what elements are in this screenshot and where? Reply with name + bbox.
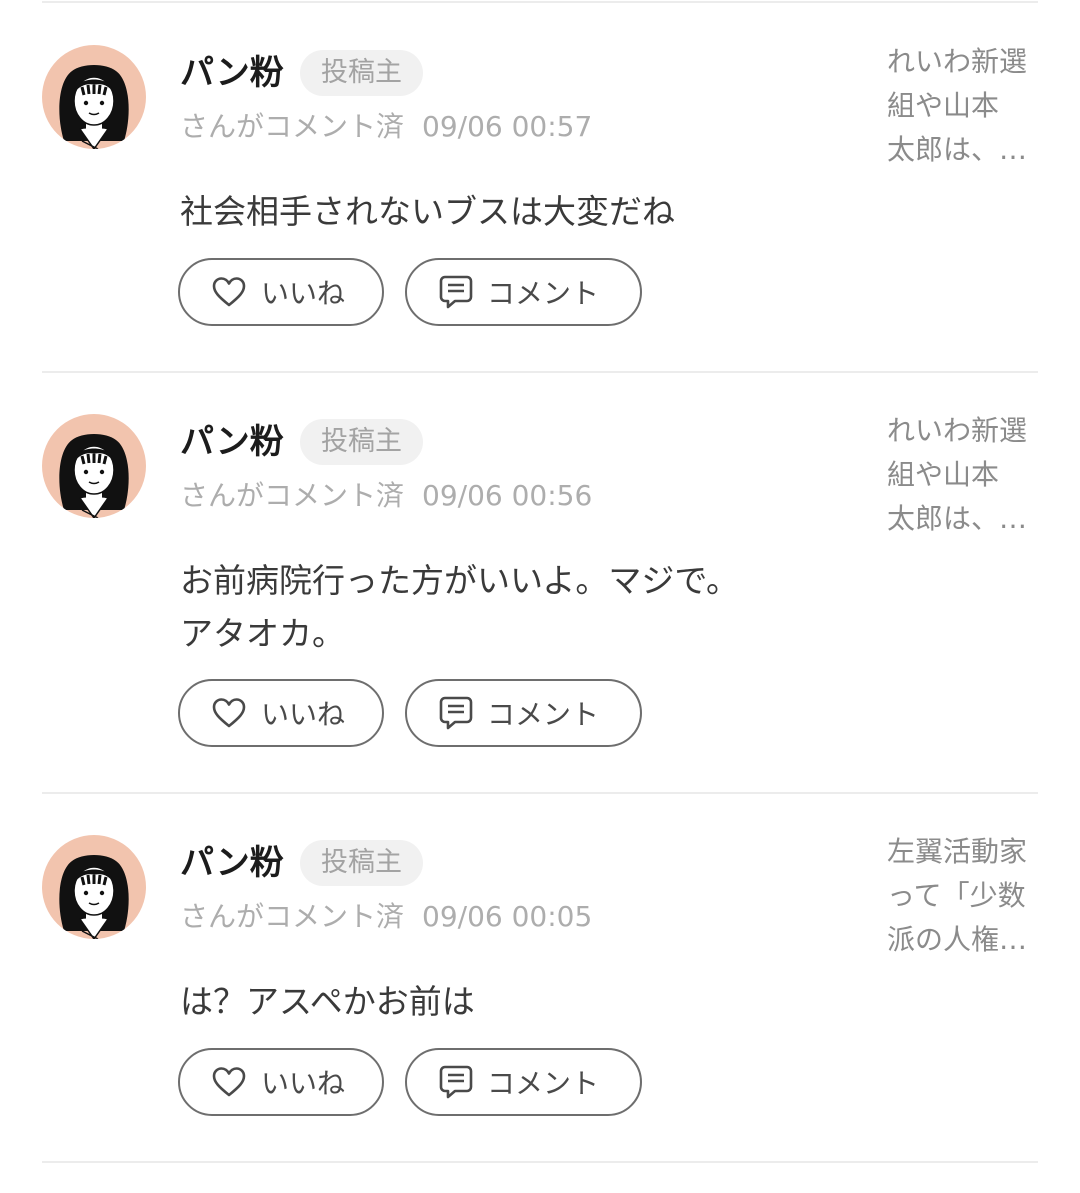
like-button[interactable]: いいね: [178, 679, 384, 747]
avatar[interactable]: [42, 835, 146, 939]
comment-bubble-icon: [439, 274, 473, 310]
comment-divider: [42, 1161, 1038, 1163]
post-title-line: 派の人権…: [887, 923, 1028, 956]
action-text: さんがコメント済: [180, 479, 405, 512]
comment-button[interactable]: コメント: [405, 679, 642, 747]
heart-icon: [211, 276, 247, 308]
comment-body-line: アタオカ。: [180, 614, 345, 653]
author-name[interactable]: パン粉: [180, 49, 284, 97]
author-name[interactable]: パン粉: [180, 839, 284, 887]
like-label: いいね: [261, 1067, 346, 1100]
comment-bubble-icon: [439, 695, 473, 731]
like-label: いいね: [261, 698, 346, 731]
post-title-line: 太郎は、…: [887, 502, 1028, 535]
timestamp: 09/06 00:05: [422, 900, 593, 933]
comment-label: コメント: [487, 1067, 600, 1100]
avatar-illustration-icon: [42, 835, 146, 939]
post-title-line: 組や山本: [887, 89, 1000, 122]
like-button[interactable]: いいね: [178, 1048, 384, 1116]
comment-label: コメント: [487, 277, 600, 310]
post-title-line: 組や山本: [887, 458, 1000, 491]
comment-body-line: お前病院行った方がいいよ。マジで。: [180, 561, 740, 600]
top-divider: [42, 1, 1038, 3]
author-badge: 投稿主: [300, 840, 423, 886]
avatar-illustration-icon: [42, 414, 146, 518]
comment-body: 社会相手されないブスは大変だね: [180, 185, 840, 238]
comment-meta: さんがコメント済 09/06 00:57: [180, 107, 592, 147]
heart-icon: [211, 1066, 247, 1098]
comment-button[interactable]: コメント: [405, 258, 642, 326]
post-title-line: れいわ新選: [887, 45, 1028, 78]
like-button[interactable]: いいね: [178, 258, 384, 326]
avatar-illustration-icon: [42, 45, 146, 149]
action-text: さんがコメント済: [180, 110, 405, 143]
author-name[interactable]: パン粉: [180, 418, 284, 466]
comment-body: は？アスペかお前は: [180, 975, 840, 1028]
post-title-link[interactable]: れいわ新選 組や山本 太郎は、…: [887, 40, 1047, 172]
comment-meta: さんがコメント済 09/06 00:05: [180, 897, 592, 937]
avatar[interactable]: [42, 45, 146, 149]
comment-bubble-icon: [439, 1064, 473, 1100]
post-title-line: って「少数: [887, 879, 1026, 912]
like-label: いいね: [261, 277, 346, 310]
post-title-link[interactable]: れいわ新選 組や山本 太郎は、…: [887, 409, 1047, 541]
comment-divider: [42, 371, 1038, 373]
heart-icon: [211, 697, 247, 729]
comment-body-line: は？アスペかお前は: [180, 982, 475, 1021]
comment-body: お前病院行った方がいいよ。マジで。 アタオカ。: [180, 554, 840, 660]
comment-divider: [42, 792, 1038, 794]
comment-meta: さんがコメント済 09/06 00:56: [180, 476, 592, 516]
author-badge: 投稿主: [300, 50, 423, 96]
timestamp: 09/06 00:57: [422, 110, 593, 143]
post-title-line: れいわ新選: [887, 414, 1028, 447]
author-badge: 投稿主: [300, 419, 423, 465]
avatar[interactable]: [42, 414, 146, 518]
comment-label: コメント: [487, 698, 600, 731]
timestamp: 09/06 00:56: [422, 479, 593, 512]
action-text: さんがコメント済: [180, 900, 405, 933]
post-title-line: 太郎は、…: [887, 133, 1028, 166]
post-title-line: 左翼活動家: [887, 835, 1028, 868]
comment-button[interactable]: コメント: [405, 1048, 642, 1116]
post-title-link[interactable]: 左翼活動家 って「少数 派の人権…: [887, 830, 1047, 962]
comment-body-line: 社会相手されないブスは大変だね: [180, 192, 675, 231]
